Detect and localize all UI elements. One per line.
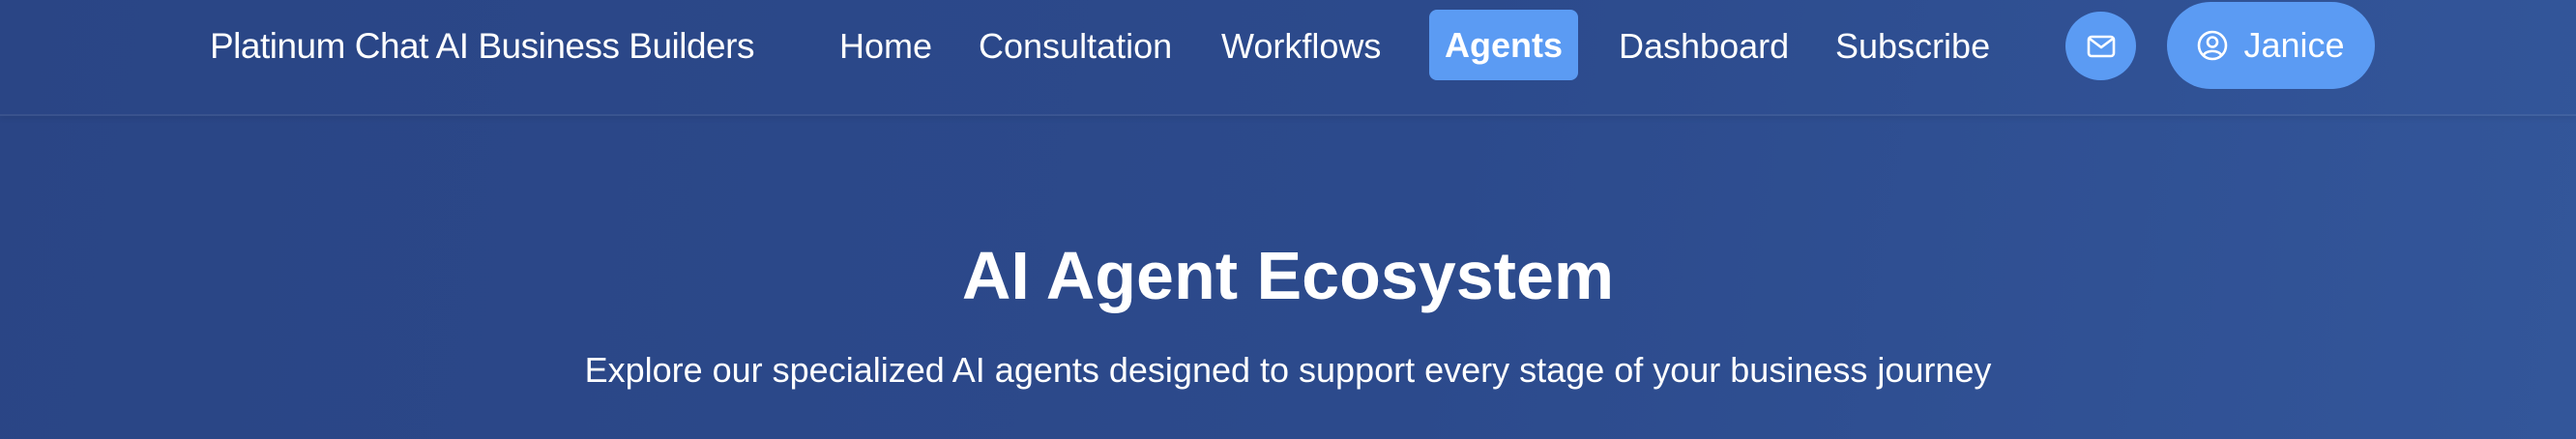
envelope-icon	[2087, 35, 2116, 58]
nav-consultation[interactable]: Consultation	[979, 21, 1172, 72]
user-circle-icon	[2197, 30, 2228, 61]
nav-agents[interactable]: Agents	[1429, 10, 1579, 80]
nav-workflows[interactable]: Workflows	[1221, 21, 1381, 72]
user-menu-button[interactable]: Janice	[2167, 2, 2375, 89]
brand-logo-text[interactable]: Platinum Chat AI Business Builders	[210, 21, 754, 72]
nav-home[interactable]: Home	[839, 21, 932, 72]
mail-button[interactable]	[2065, 12, 2136, 80]
page-subtitle: Explore our specialized AI agents design…	[584, 350, 1992, 390]
page-title: AI Agent Ecosystem	[961, 238, 1615, 313]
user-name: Janice	[2243, 25, 2345, 65]
nav-subscribe[interactable]: Subscribe	[1835, 21, 1990, 72]
nav-dashboard[interactable]: Dashboard	[1619, 21, 1789, 72]
top-navbar: Platinum Chat AI Business Builders Home …	[0, 0, 2576, 116]
